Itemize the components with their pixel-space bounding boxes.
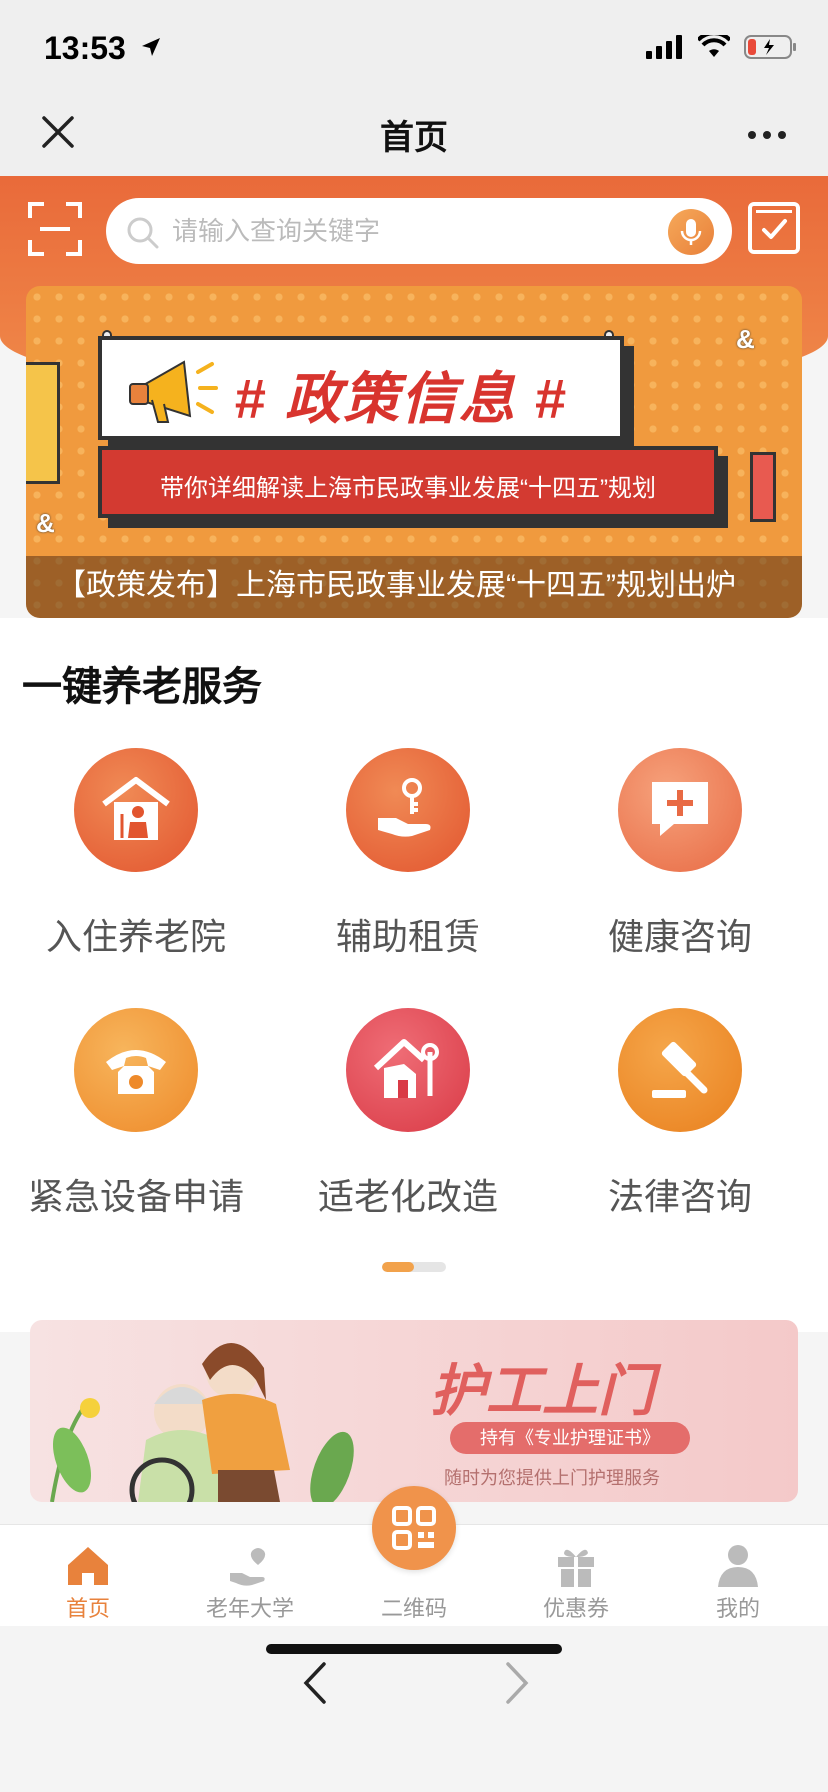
service-assistive-rental[interactable]: 辅助租赁 bbox=[272, 748, 544, 968]
tab-label: 我的 bbox=[715, 1596, 760, 1621]
status-time: 13:53 bbox=[44, 30, 126, 66]
voice-search-button[interactable] bbox=[668, 209, 714, 255]
telephone-icon bbox=[74, 1008, 198, 1132]
more-dot-icon bbox=[778, 131, 786, 139]
wifi-icon bbox=[698, 35, 730, 57]
tab-label: 二维码 bbox=[380, 1596, 447, 1621]
tab-senior-university[interactable]: 老年大学 bbox=[190, 1525, 310, 1627]
nursing-home-icon bbox=[74, 748, 198, 872]
checkin-button[interactable] bbox=[748, 202, 800, 254]
tab-label: 老年大学 bbox=[205, 1596, 294, 1621]
battery-icon bbox=[744, 35, 796, 59]
more-dot-icon bbox=[763, 131, 771, 139]
microphone-icon bbox=[680, 219, 702, 245]
service-nursing-home[interactable]: 入住养老院 bbox=[0, 748, 272, 968]
checkbox-icon bbox=[762, 219, 787, 239]
gavel-icon bbox=[618, 1008, 742, 1132]
service-label: 健康咨询 bbox=[607, 916, 752, 957]
banner-decoration bbox=[26, 362, 60, 484]
service-health-consult[interactable]: 健康咨询 bbox=[544, 748, 816, 968]
banner-headline: # 政策信息 # bbox=[234, 367, 568, 430]
service-label: 法律咨询 bbox=[607, 1176, 752, 1217]
tab-home[interactable]: 首页 bbox=[28, 1525, 148, 1627]
tab-label: 首页 bbox=[65, 1596, 110, 1621]
search-input[interactable] bbox=[172, 212, 652, 250]
banner-decoration bbox=[750, 452, 776, 522]
home-indicator[interactable] bbox=[266, 1644, 562, 1654]
home-care-banner[interactable]: 护工上门 持有《专业护理证书》 随时为您提供上门护理服务 bbox=[30, 1320, 798, 1502]
service-label: 紧急设备申请 bbox=[27, 1176, 244, 1217]
person-icon bbox=[718, 1545, 758, 1587]
service-label: 适老化改造 bbox=[317, 1176, 498, 1217]
banner-subline-strip: 带你详细解读上海市民政事业发展“十四五”规划 bbox=[98, 446, 718, 518]
page-indicator bbox=[382, 1262, 446, 1272]
more-options-button[interactable] bbox=[748, 120, 798, 150]
back-arrow-icon[interactable] bbox=[296, 1658, 336, 1708]
house-tools-icon bbox=[346, 1008, 470, 1132]
care-title: 护工上门 bbox=[430, 1359, 654, 1422]
service-label: 入住养老院 bbox=[45, 916, 226, 957]
page-indicator-active bbox=[382, 1262, 414, 1272]
heart-hand-icon bbox=[230, 1548, 266, 1586]
section-title: 一键养老服务 bbox=[22, 665, 262, 709]
forward-arrow-icon[interactable] bbox=[496, 1658, 536, 1708]
signal-icon bbox=[646, 35, 682, 59]
more-dot-icon bbox=[748, 131, 756, 139]
banner-headline-card: # 政策信息 # bbox=[98, 336, 624, 440]
care-pill: 持有《专业护理证书》 bbox=[450, 1422, 690, 1454]
banner-subline: 带你详细解读上海市民政事业发展“十四五”规划 bbox=[160, 475, 656, 502]
service-label: 辅助租赁 bbox=[335, 916, 480, 957]
health-chat-icon bbox=[618, 748, 742, 872]
tab-label: 优惠券 bbox=[542, 1596, 609, 1621]
care-subtitle: 随时为您提供上门护理服务 bbox=[444, 1468, 660, 1488]
home-icon bbox=[68, 1547, 108, 1585]
search-icon bbox=[127, 217, 159, 249]
qr-code-icon bbox=[392, 1506, 436, 1550]
status-bar: 13:53 bbox=[0, 0, 828, 96]
banner-decoration: & bbox=[36, 508, 55, 538]
gift-icon bbox=[558, 1549, 594, 1587]
page-title: 首页 bbox=[380, 119, 448, 157]
qr-code-button[interactable] bbox=[372, 1486, 456, 1570]
services-section: 一键养老服务 入住养老院 辅助租赁 健康咨询 紧急设备申请 适老化改造 法律咨询 bbox=[0, 618, 828, 1332]
policy-banner[interactable]: & & # 政策信息 # 带你详细解读上海市民政事业发展“十四五”规划 【政策发… bbox=[26, 286, 802, 618]
search-bar[interactable] bbox=[106, 198, 732, 264]
banner-decoration: & bbox=[736, 324, 755, 354]
service-emergency-device[interactable]: 紧急设备申请 bbox=[0, 1008, 272, 1228]
caregiver-illustration bbox=[50, 1342, 354, 1502]
banner-caption: 【政策发布】上海市民政事业发展“十四五”规划出炉 bbox=[56, 569, 736, 602]
rental-hand-icon bbox=[346, 748, 470, 872]
megaphone-icon bbox=[129, 360, 218, 423]
scan-icon[interactable] bbox=[28, 202, 82, 256]
tab-coupons[interactable]: 优惠券 bbox=[516, 1525, 636, 1627]
service-legal-consult[interactable]: 法律咨询 bbox=[544, 1008, 816, 1228]
location-arrow-icon bbox=[142, 38, 160, 56]
tab-mine[interactable]: 我的 bbox=[678, 1525, 798, 1627]
title-bar: 首页 bbox=[0, 96, 828, 176]
service-elderly-renovation[interactable]: 适老化改造 bbox=[272, 1008, 544, 1228]
